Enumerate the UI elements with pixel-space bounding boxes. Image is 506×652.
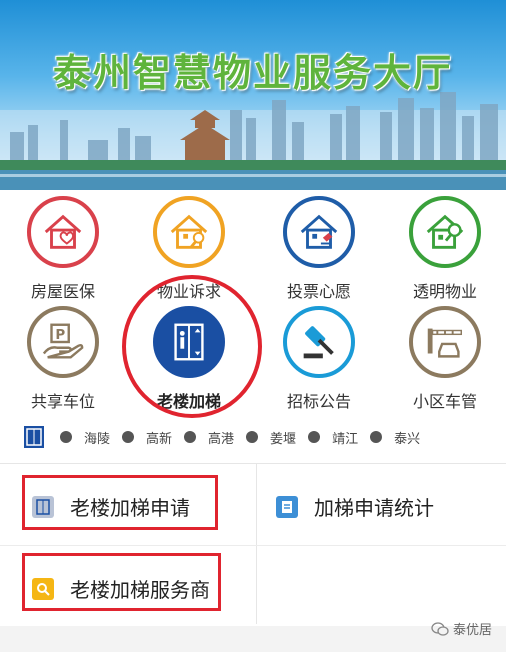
district-item[interactable]: 靖江 [308,428,358,447]
district-item[interactable]: 姜堰 [246,428,296,447]
grid-item-bid-announcement[interactable]: 招标公告 [256,306,382,412]
district-label: 海陵 [84,431,111,447]
grid-label: 投票心愿 [286,282,351,301]
grid-item-community-vehicle[interactable]: 小区车管 [382,306,506,412]
district-bar: 海陵 高新 高港 姜堰 靖江 泰兴 [22,424,492,450]
watermark-text: 泰优居 [452,623,492,638]
gavel-icon [283,306,355,378]
district-label: 高新 [146,431,173,447]
divider [256,464,257,624]
dot-icon [370,431,383,443]
divider [0,463,506,464]
highlight-box [22,475,218,530]
district-item[interactable]: 海陵 [60,428,110,447]
district-item[interactable]: 泰兴 [370,428,420,447]
dot-icon [60,431,72,443]
divider [0,545,506,546]
dot-icon [184,431,197,443]
grid-label: 房屋医保 [30,282,95,301]
house-magnifier-icon [409,196,481,268]
highlight-ring [122,275,262,418]
banner-title: 泰州智慧物业服务大厅 [52,51,453,95]
grid-label: 透明物业 [412,282,477,301]
district-item[interactable]: 高港 [184,428,234,447]
district-label: 姜堰 [270,431,297,447]
wechat-icon [431,621,449,636]
house-microphone-icon [153,196,225,268]
dot-icon [246,431,259,443]
document-icon [276,495,298,518]
grid-label: 招标公告 [286,392,351,411]
district-label: 泰兴 [394,431,421,447]
grid-item-vote-wish[interactable]: 投票心愿 [256,196,382,302]
grid-item-shared-parking[interactable]: P 共享车位 [0,306,126,412]
grid-item-transparent-property[interactable]: 透明物业 [382,196,506,302]
highlight-box [22,553,221,611]
dot-icon [122,431,135,443]
barrier-car-icon [409,306,481,378]
dot-icon [308,431,321,443]
parking-hand-icon: P [27,306,99,378]
grid-label: 小区车管 [412,392,477,411]
house-vote-icon [283,196,355,268]
watermark: 泰优居 [431,619,492,638]
menu-application-stats[interactable]: 加梯申请统计 [276,492,434,521]
svg-text:P: P [55,328,65,343]
district-item[interactable]: 高新 [122,428,172,447]
banner: 泰州智慧物业服务大厅 [0,0,506,190]
district-label: 靖江 [332,431,359,447]
district-label: 高港 [208,431,235,447]
house-heart-icon [27,196,99,268]
grid-item-house-insurance[interactable]: 房屋医保 [0,196,126,302]
menu-label: 加梯申请统计 [314,496,434,520]
grid-label: 共享车位 [30,392,95,411]
elevator-icon [24,426,44,448]
